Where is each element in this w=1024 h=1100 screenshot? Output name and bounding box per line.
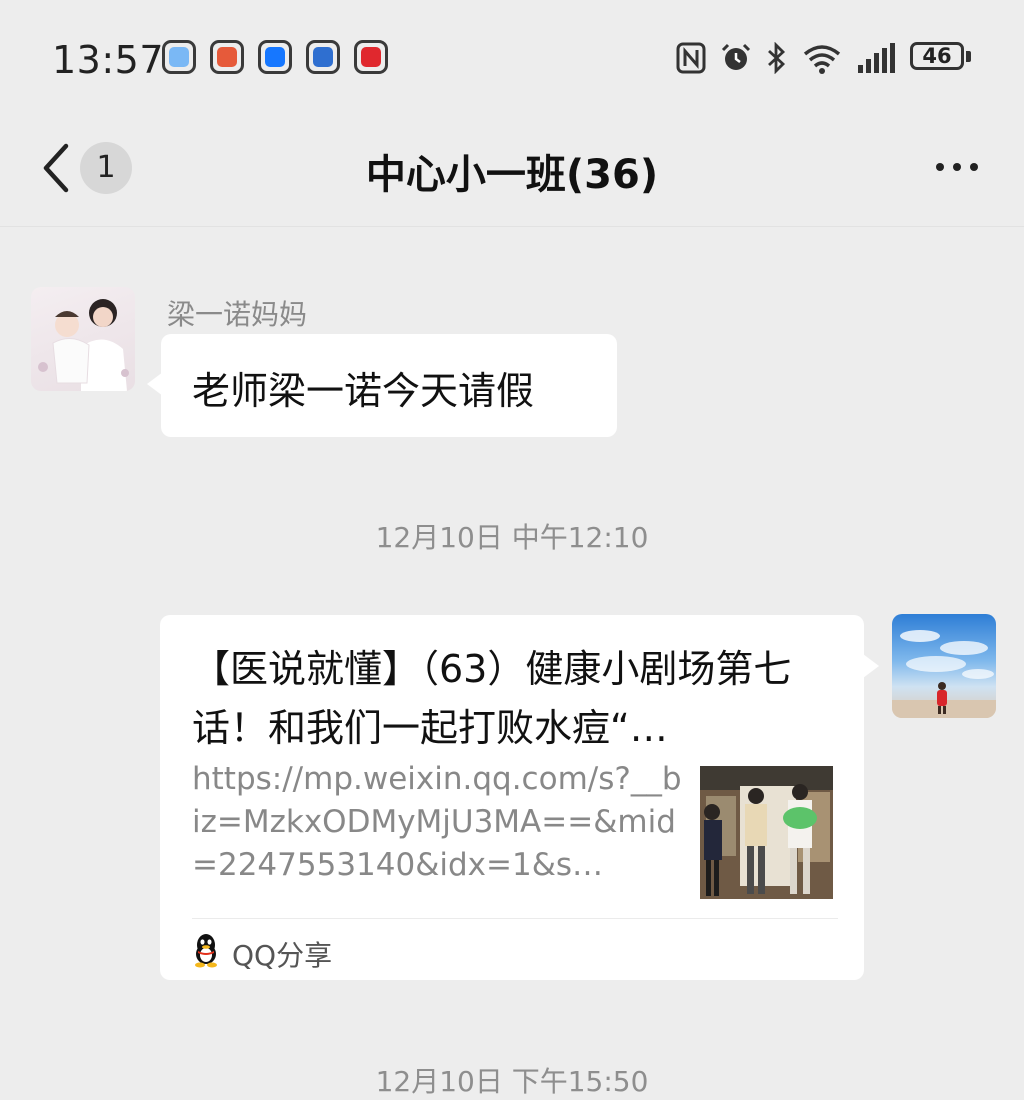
share-source-label: QQ分享 xyxy=(232,939,333,972)
alipay-icon xyxy=(258,40,292,74)
bubble-tail xyxy=(147,372,163,396)
more-dot xyxy=(936,163,944,171)
qq-penguin-icon xyxy=(195,934,217,968)
message-text: 老师梁一诺今天请假 xyxy=(192,369,535,413)
bank-app-icon xyxy=(306,40,340,74)
system-icons: 46 xyxy=(676,42,972,74)
sender-avatar[interactable] xyxy=(31,287,135,391)
sender-name: 梁一诺妈妈 xyxy=(167,298,308,331)
battery-icon: 46 xyxy=(910,42,972,74)
alarm-icon xyxy=(721,43,751,70)
chat-app-icon xyxy=(162,40,196,74)
chat-title: 中心小一班(36) xyxy=(365,152,659,198)
bubble-tail xyxy=(863,654,879,678)
share-card-thumbnail xyxy=(700,766,833,899)
avatar-photo xyxy=(892,630,996,718)
share-card-title: 【医说就懂】（63）健康小剧场第七话！和我们一起打败水痘“… xyxy=(192,647,792,750)
nav-divider xyxy=(0,226,1024,227)
timestamp: 12月10日 下午15:50 xyxy=(375,1065,649,1098)
more-dot xyxy=(953,163,961,171)
status-time: 13:57 xyxy=(52,38,165,82)
battery-level: 46 xyxy=(922,44,952,68)
notification-app-icons xyxy=(162,40,388,74)
card-app-icon xyxy=(354,40,388,74)
shopping-app-icon xyxy=(210,40,244,74)
nfc-icon xyxy=(676,42,706,74)
signal-icon xyxy=(858,43,895,73)
avatar-photo xyxy=(38,299,129,391)
thumbnail-image xyxy=(700,766,833,899)
wifi-icon xyxy=(803,45,841,74)
status-bar: 13:57 46 xyxy=(0,0,1024,120)
more-dot xyxy=(970,163,978,171)
share-card-url: https://mp.weixin.qq.com/s?__biz=MzkxODM… xyxy=(192,761,682,883)
timestamp: 12月10日 中午12:10 xyxy=(375,521,649,554)
my-avatar[interactable] xyxy=(892,614,996,718)
share-card-divider xyxy=(192,918,838,919)
more-options-button[interactable] xyxy=(936,163,978,171)
bluetooth-icon xyxy=(768,42,786,74)
